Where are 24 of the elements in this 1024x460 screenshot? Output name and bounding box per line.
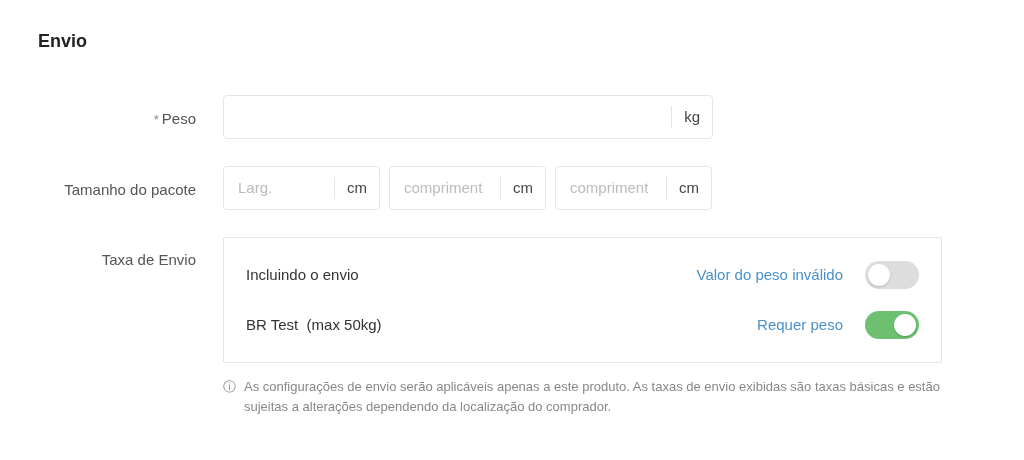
size-input[interactable]: compriment [390,176,500,200]
toggle-switch[interactable] [865,311,919,339]
unit-label: cm [334,177,379,199]
required-mark: * [153,112,159,127]
unit-label: cm [666,177,711,199]
unit-label: cm [500,177,545,199]
size-field[interactable]: compriment cm [389,166,546,210]
info-icon: ⓘ [223,377,236,416]
size-field[interactable]: Larg. cm [223,166,380,210]
weight-field[interactable]: kg [223,95,713,139]
unit-label: kg [671,106,712,128]
status-link[interactable]: Valor do peso inválido [696,263,843,287]
field-label: Tamanho do pacote [64,181,196,198]
toggle-switch[interactable] [865,261,919,289]
field-label: Taxa de Envio [101,251,196,268]
size-input[interactable]: compriment [556,176,666,200]
section-title: Envio [38,30,88,53]
size-input[interactable]: Larg. [224,176,334,200]
size-field[interactable]: compriment cm [555,166,712,210]
option-name: BR Test (max 50kg) [246,314,383,335]
note-text: As configurações de envio serão aplicáveis apenas a este produto. As taxas de envio exibidas são taxas básicas e estão sujeitas a alterações dependendo da localização do comprador. [244,378,941,416]
option-name: Incluindo o envio [246,264,360,285]
field-label: Peso [161,110,196,127]
status-link[interactable]: Requer peso [757,313,843,337]
